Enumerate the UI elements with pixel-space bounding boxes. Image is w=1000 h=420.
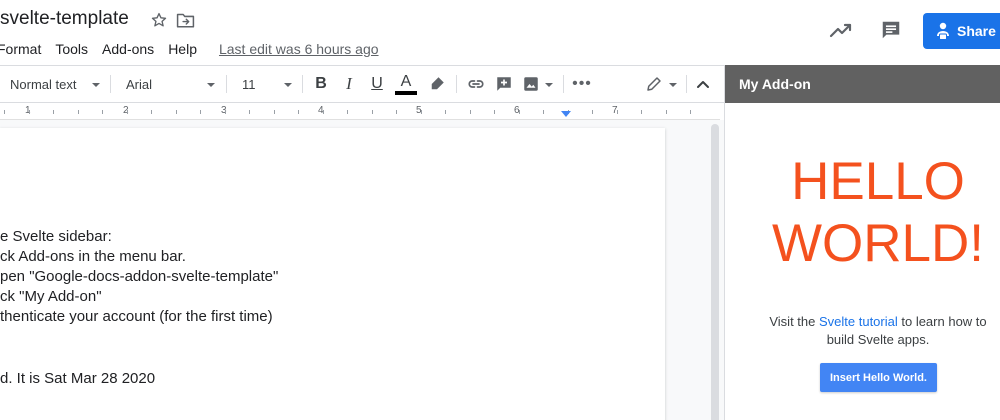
chevron-up-icon[interactable] <box>695 76 711 92</box>
document-line: e Svelte sidebar: <box>0 228 112 245</box>
chevron-down-icon <box>207 83 215 87</box>
font-family-value: Arial <box>126 76 153 92</box>
menu-bar: Format Tools Add-ons Help Last edit was … <box>0 40 379 58</box>
document-line: pen "Google-docs-addon-svelte-template" <box>0 268 279 285</box>
visit-tutorial-text: Visit the Svelte tutorial to learn how t… <box>725 313 1000 349</box>
toolbar-divider <box>110 75 111 93</box>
chevron-down-icon <box>545 83 553 87</box>
right-indent-marker[interactable] <box>561 111 571 117</box>
font-size-value: 11 <box>242 76 256 92</box>
italic-icon[interactable]: I <box>340 66 358 102</box>
pencil-icon <box>647 77 661 91</box>
share-button[interactable]: Share <box>923 13 1000 49</box>
last-edit-link[interactable]: Last edit was 6 hours ago <box>219 41 379 57</box>
ruler-tick <box>53 110 54 114</box>
document-page[interactable]: e Svelte sidebar: ck Add-ons in the menu… <box>0 128 665 420</box>
insert-hello-world-button[interactable]: Insert Hello World. <box>820 363 937 392</box>
ruler-tick <box>175 110 177 114</box>
add-comment-icon[interactable] <box>495 75 513 93</box>
document-line: ck Add-ons in the menu bar. <box>0 248 186 265</box>
formatting-toolbar: Normal text Arial 11 B I U A ••• <box>0 65 724 103</box>
ruler-tick <box>322 110 324 114</box>
paragraph-style-dropdown[interactable]: Normal text <box>10 66 105 102</box>
menu-format[interactable]: Format <box>0 41 41 57</box>
ruler-tick <box>126 110 128 114</box>
toolbar-divider <box>686 75 687 93</box>
ruler-tick <box>543 110 544 114</box>
document-scrollbar-thumb[interactable] <box>711 124 719 420</box>
hello-world-heading: HELLO WORLD! <box>725 151 1000 275</box>
document-line: ck "My Add-on" <box>0 288 102 305</box>
font-family-dropdown[interactable]: Arial <box>126 66 220 102</box>
ruler-tick <box>28 110 30 114</box>
ruler-tick <box>518 110 520 114</box>
ruler-tick <box>396 110 397 114</box>
text-color-icon[interactable]: A <box>394 66 418 102</box>
visit-suffix: to learn how to <box>897 314 987 329</box>
link-icon[interactable] <box>466 75 486 93</box>
menu-tools[interactable]: Tools <box>55 41 88 57</box>
hello-line-2: WORLD! <box>772 214 984 273</box>
font-size-dropdown[interactable]: 11 <box>242 66 297 102</box>
toolbar-divider <box>456 75 457 93</box>
document-line: d. It is Sat Mar 28 2020 <box>0 370 156 387</box>
ruler-tick <box>77 110 79 114</box>
chevron-down-icon <box>92 83 100 87</box>
chevron-down-icon <box>284 83 292 87</box>
document-canvas: e Svelte sidebar: ck Add-ons in the menu… <box>0 120 724 420</box>
person-lock-icon <box>937 22 949 40</box>
addon-sidebar: My Add-on HELLO WORLD! Visit the Svelte … <box>724 65 1000 420</box>
sidebar-title: My Add-on <box>725 65 1000 103</box>
menu-help[interactable]: Help <box>168 41 197 57</box>
bold-icon[interactable]: B <box>312 66 330 102</box>
chevron-down-icon <box>669 83 677 87</box>
ruler-tick <box>224 110 226 114</box>
comment-icon[interactable] <box>880 19 902 41</box>
ruler-tick <box>200 110 201 114</box>
ruler-tick <box>641 110 642 114</box>
ruler-tick <box>616 110 618 114</box>
ruler-tick <box>102 110 103 114</box>
toolbar-divider <box>226 75 227 93</box>
svelte-tutorial-link[interactable]: Svelte tutorial <box>819 314 898 329</box>
paragraph-style-value: Normal text <box>10 76 77 92</box>
visit-prefix: Visit the <box>769 314 819 329</box>
hello-line-1: HELLO <box>791 152 965 211</box>
ruler-tick <box>494 110 495 114</box>
menu-addons[interactable]: Add-ons <box>102 41 154 57</box>
ruler-tick <box>4 110 5 114</box>
document-title[interactable]: svelte-template <box>0 8 129 30</box>
ruler-tick <box>273 110 275 114</box>
ruler-tick <box>445 110 446 114</box>
insert-image-dropdown[interactable] <box>522 66 554 102</box>
highlight-icon[interactable] <box>428 75 446 93</box>
ruler-tick <box>420 110 422 114</box>
toolbar-divider <box>563 75 564 93</box>
image-icon <box>524 77 538 91</box>
text-color-swatch <box>395 90 417 95</box>
toolbar-divider <box>302 75 303 93</box>
ruler-tick <box>469 110 471 114</box>
ruler-tick <box>347 110 348 114</box>
editing-mode-dropdown[interactable] <box>645 66 679 102</box>
ruler-tick <box>298 110 299 114</box>
share-label: Share <box>957 23 996 39</box>
ruler-tick <box>690 110 691 114</box>
document-line: thenticate your account (for the first t… <box>0 308 273 325</box>
ruler-tick <box>371 110 373 114</box>
underline-icon[interactable]: U <box>368 66 386 102</box>
ruler-tick <box>665 110 667 114</box>
ruler-tick <box>592 110 593 114</box>
docs-header: svelte-template Format Tools Add-ons Hel… <box>0 0 1000 64</box>
activity-trend-icon[interactable] <box>829 20 853 40</box>
ruler-tick <box>151 110 152 114</box>
visit-suffix-line-2: build Svelte apps. <box>826 332 930 347</box>
move-to-folder-icon[interactable] <box>176 11 195 29</box>
star-icon[interactable] <box>150 11 168 29</box>
horizontal-ruler[interactable]: 1 2 3 4 5 6 7 <box>0 103 720 120</box>
ruler-tick <box>249 110 250 114</box>
more-options-icon[interactable]: ••• <box>572 66 591 102</box>
